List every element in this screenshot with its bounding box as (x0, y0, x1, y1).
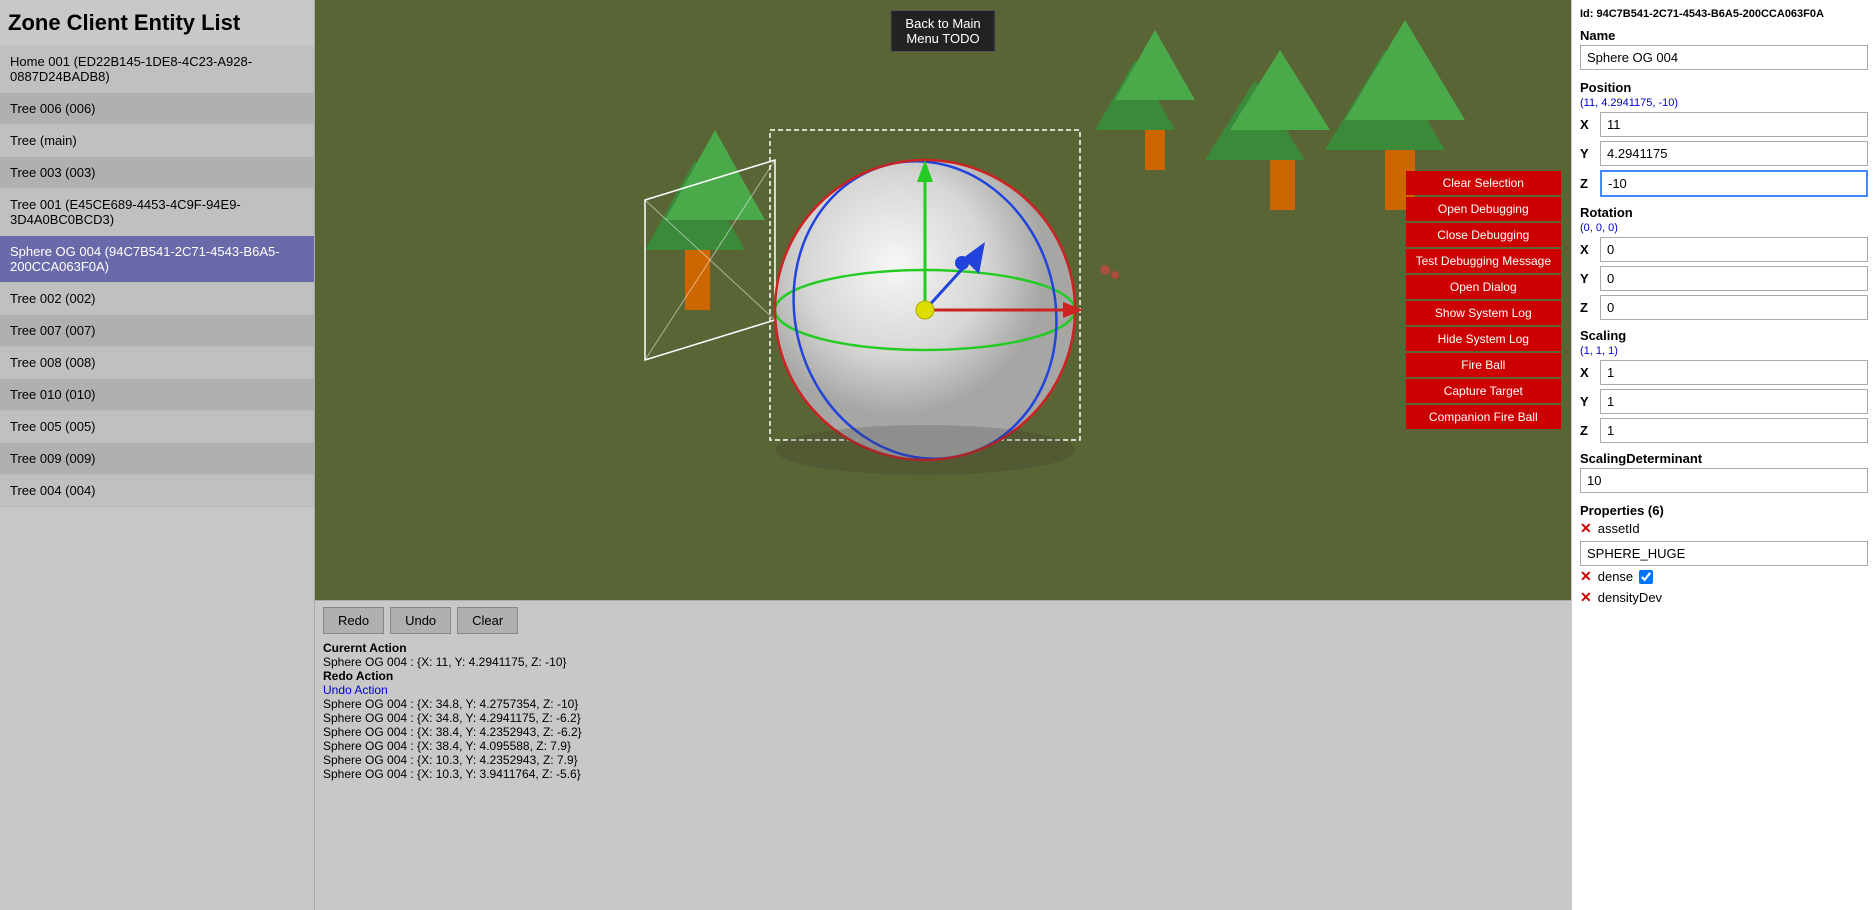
property-dense-delete[interactable]: ✕ (1580, 568, 1592, 585)
property-dense-checkbox[interactable] (1639, 570, 1653, 584)
scaling-y-input[interactable] (1600, 389, 1868, 414)
clear-button[interactable]: Clear (457, 607, 518, 634)
rotation-y-label: Y (1580, 271, 1600, 286)
entity-list: Home 001 (ED22B145-1DE8-4C23-A928-0887D2… (0, 46, 314, 507)
entity-item[interactable]: Tree 003 (003) (0, 157, 314, 189)
entity-item[interactable]: Tree 005 (005) (0, 411, 314, 443)
rotation-y-row: Y (1580, 266, 1868, 291)
entity-item[interactable]: Tree 001 (E45CE689-4453-4C9F-94E9-3D4A0B… (0, 189, 314, 236)
position-z-row: Z (1580, 170, 1868, 197)
action-log-line: Sphere OG 004 : {X: 38.4, Y: 4.2352943, … (323, 725, 1563, 739)
rotation-y-input[interactable] (1600, 266, 1868, 291)
entity-item[interactable]: Sphere OG 004 (94C7B541-2C71-4543-B6A5-2… (0, 236, 314, 283)
panel-title: Zone Client Entity List (0, 0, 314, 46)
scaling-z-label: Z (1580, 423, 1600, 438)
position-x-row: X (1580, 112, 1868, 137)
action-log-line: Redo Action (323, 669, 1563, 683)
action-log-line: Sphere OG 004 : {X: 34.8, Y: 4.2941175, … (323, 711, 1563, 725)
entity-item[interactable]: Tree 002 (002) (0, 283, 314, 315)
rotation-z-label: Z (1580, 300, 1600, 315)
rotation-label: Rotation (1580, 205, 1868, 220)
scaling-sublabel: (1, 1, 1) (1580, 345, 1868, 357)
entity-item[interactable]: Home 001 (ED22B145-1DE8-4C23-A928-0887D2… (0, 46, 314, 93)
scaling-x-label: X (1580, 365, 1600, 380)
context-menu-button-open-dialog[interactable]: Open Dialog (1406, 275, 1561, 299)
context-menu-button-companion-fire-ball[interactable]: Companion Fire Ball (1406, 405, 1561, 429)
position-sublabel: (11, 4.2941175, -10) (1580, 97, 1868, 109)
rotation-x-label: X (1580, 242, 1600, 257)
action-log-line: Sphere OG 004 : {X: 11, Y: 4.2941175, Z:… (323, 655, 1563, 669)
position-y-label: Y (1580, 146, 1600, 161)
context-menu-button-capture-target[interactable]: Capture Target (1406, 379, 1561, 403)
property-densitydev-delete[interactable]: ✕ (1580, 589, 1592, 606)
entity-item[interactable]: Tree (main) (0, 125, 314, 157)
entity-item[interactable]: Tree 010 (010) (0, 379, 314, 411)
context-menu-button-test-debugging-message[interactable]: Test Debugging Message (1406, 249, 1561, 273)
property-densitydev-label: densityDev (1598, 590, 1662, 605)
action-log-line: Sphere OG 004 : {X: 38.4, Y: 4.095588, Z… (323, 739, 1563, 753)
scaling-det-label: ScalingDeterminant (1580, 451, 1868, 466)
right-panel: Id: 94C7B541-2C71-4543-B6A5-200CCA063F0A… (1571, 0, 1876, 910)
property-assetid-delete[interactable]: ✕ (1580, 520, 1592, 537)
rotation-sublabel: (0, 0, 0) (1580, 222, 1868, 234)
action-log-line: Curernt Action (323, 641, 1563, 655)
rotation-x-row: X (1580, 237, 1868, 262)
property-dense-label: dense (1598, 569, 1633, 584)
context-menu-button-show-system-log[interactable]: Show System Log (1406, 301, 1561, 325)
scaling-label: Scaling (1580, 328, 1868, 343)
position-z-label: Z (1580, 176, 1600, 191)
position-x-input[interactable] (1600, 112, 1868, 137)
property-assetid-label: assetId (1598, 521, 1640, 536)
action-buttons: Redo Undo Clear (323, 607, 1563, 634)
entity-item[interactable]: Tree 008 (008) (0, 347, 314, 379)
action-log-line: Sphere OG 004 : {X: 10.3, Y: 4.2352943, … (323, 753, 1563, 767)
back-btn-label: Back to Main Menu TODO (905, 16, 980, 46)
position-x-label: X (1580, 117, 1600, 132)
context-menu: Clear SelectionOpen DebuggingClose Debug… (1406, 171, 1561, 429)
action-log-line: Sphere OG 004 : {X: 10.3, Y: 3.9411764, … (323, 767, 1563, 781)
scaling-y-row: Y (1580, 389, 1868, 414)
back-to-main-button[interactable]: Back to Main Menu TODO (890, 10, 995, 52)
action-bar: Redo Undo Clear Curernt ActionSphere OG … (315, 600, 1571, 910)
entity-item[interactable]: Tree 007 (007) (0, 315, 314, 347)
action-log: Curernt ActionSphere OG 004 : {X: 11, Y:… (323, 641, 1563, 781)
scaling-y-label: Y (1580, 394, 1600, 409)
entity-item[interactable]: Tree 004 (004) (0, 475, 314, 507)
rotation-z-input[interactable] (1600, 295, 1868, 320)
rotation-z-row: Z (1580, 295, 1868, 320)
context-menu-button-close-debugging[interactable]: Close Debugging (1406, 223, 1561, 247)
property-assetid-input[interactable] (1580, 541, 1868, 566)
property-dense-row: ✕ dense (1580, 568, 1868, 585)
scaling-x-input[interactable] (1600, 360, 1868, 385)
action-log-line: Undo Action (323, 683, 1563, 697)
position-y-input[interactable] (1600, 141, 1868, 166)
undo-button[interactable]: Undo (390, 607, 451, 634)
left-panel: Zone Client Entity List Home 001 (ED22B1… (0, 0, 315, 910)
scaling-det-input[interactable] (1580, 468, 1868, 493)
name-label: Name (1580, 28, 1868, 43)
context-menu-button-fire-ball[interactable]: Fire Ball (1406, 353, 1561, 377)
entity-id: Id: 94C7B541-2C71-4543-B6A5-200CCA063F0A (1580, 8, 1868, 20)
position-label: Position (1580, 80, 1868, 95)
action-log-line: Sphere OG 004 : {X: 34.8, Y: 4.2757354, … (323, 697, 1563, 711)
context-menu-button-hide-system-log[interactable]: Hide System Log (1406, 327, 1561, 351)
property-assetid-row: ✕ assetId (1580, 520, 1868, 537)
scaling-z-input[interactable] (1600, 418, 1868, 443)
context-menu-button-clear-selection[interactable]: Clear Selection (1406, 171, 1561, 195)
scaling-z-row: Z (1580, 418, 1868, 443)
name-input[interactable] (1580, 45, 1868, 70)
entity-item[interactable]: Tree 006 (006) (0, 93, 314, 125)
property-densitydev-row: ✕ densityDev (1580, 589, 1868, 606)
properties-label: Properties (6) (1580, 503, 1868, 518)
context-menu-button-open-debugging[interactable]: Open Debugging (1406, 197, 1561, 221)
redo-button[interactable]: Redo (323, 607, 384, 634)
position-y-row: Y (1580, 141, 1868, 166)
scaling-x-row: X (1580, 360, 1868, 385)
rotation-x-input[interactable] (1600, 237, 1868, 262)
entity-item[interactable]: Tree 009 (009) (0, 443, 314, 475)
center-panel: Back to Main Menu TODO Clear SelectionOp… (315, 0, 1571, 910)
viewport: Back to Main Menu TODO Clear SelectionOp… (315, 0, 1571, 600)
position-z-input[interactable] (1600, 170, 1868, 197)
